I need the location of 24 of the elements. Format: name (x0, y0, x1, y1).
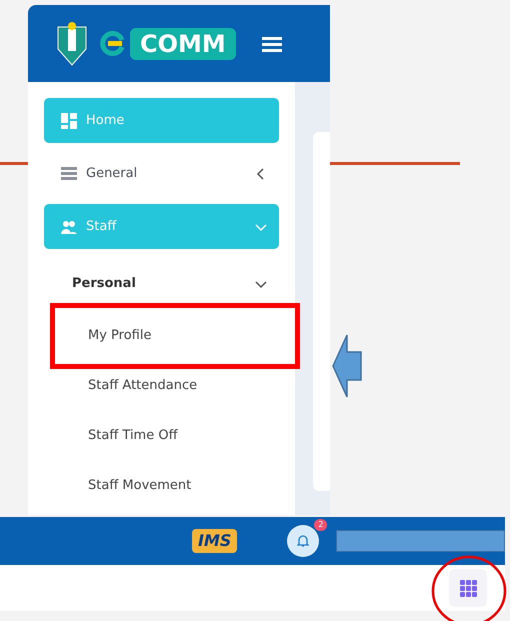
menu-label: Home (86, 112, 124, 130)
bell-icon (297, 534, 310, 548)
grid-icon (60, 112, 78, 128)
submenu-item[interactable]: Staff Attendance (44, 361, 279, 411)
menu-label: General (86, 164, 138, 183)
apps-button[interactable] (449, 569, 487, 607)
logo-text: IMS (192, 529, 238, 553)
notification-button[interactable] (287, 525, 320, 557)
shield-logo-icon (56, 20, 88, 66)
apps-grid-icon (460, 580, 476, 596)
menu-label: Staff (86, 218, 116, 236)
people-icon (60, 218, 78, 234)
submenu-item[interactable]: Staff Time Off (44, 411, 279, 461)
submenu-item[interactable]: My Profile (44, 311, 279, 361)
menu-icon[interactable] (262, 36, 282, 52)
list-icon (60, 166, 78, 182)
logo-text: COMM (130, 28, 236, 60)
menu-label: Personal (72, 275, 136, 294)
notification-badge: 2 (314, 519, 328, 531)
e-letter-icon (100, 30, 126, 56)
submenu-item[interactable]: Staff Movement (44, 461, 279, 511)
menu-item[interactable]: General (44, 151, 279, 196)
left-arrow-annotation (332, 333, 362, 399)
menu-group[interactable]: Personal (44, 257, 279, 311)
